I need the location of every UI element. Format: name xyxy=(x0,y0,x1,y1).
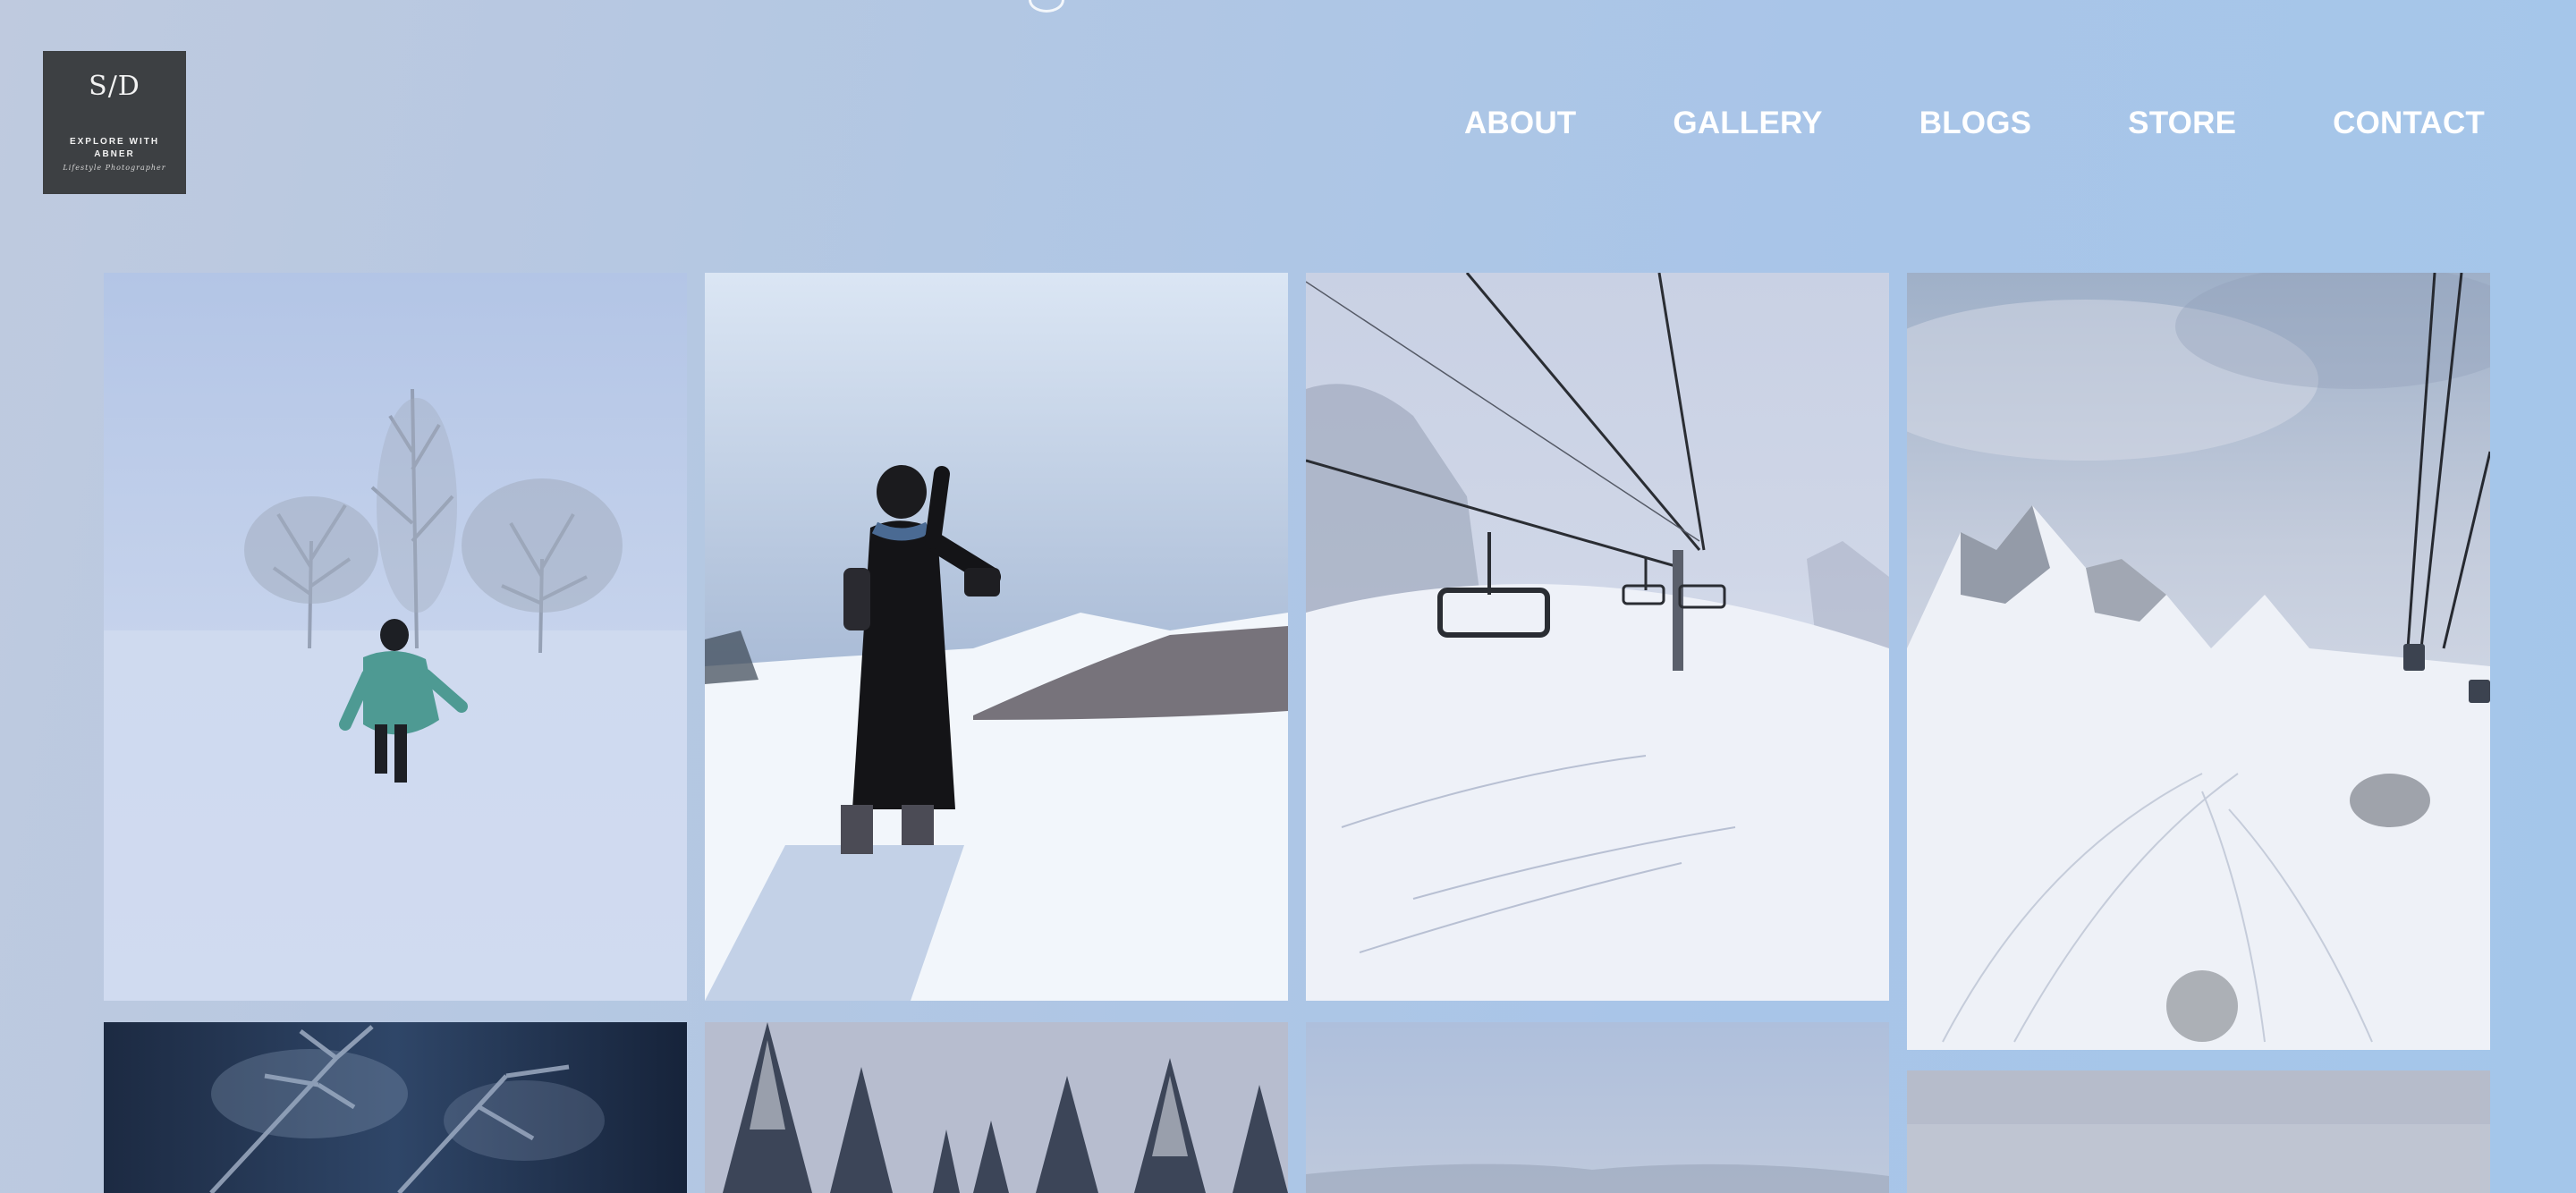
gallery-photo-pine-branch[interactable] xyxy=(104,1022,687,1193)
logo-tagline: Lifestyle Photographer xyxy=(63,164,166,172)
scroll-indicator-icon xyxy=(1029,0,1064,13)
nav-about[interactable]: ABOUT xyxy=(1464,106,1576,141)
site-logo[interactable]: S/D EXPLORE WITH ABNER Lifestyle Photogr… xyxy=(43,51,186,194)
gallery-photo-pine-forest[interactable] xyxy=(705,1022,1288,1193)
gallery-photo-photographer[interactable] xyxy=(705,273,1288,1001)
nav-gallery[interactable]: GALLERY xyxy=(1673,106,1822,141)
logo-title-line1: EXPLORE WITH xyxy=(69,137,160,147)
nav-store[interactable]: STORE xyxy=(2128,106,2236,141)
nav-blogs[interactable]: BLOGS xyxy=(1919,106,2031,141)
logo-title-line2: ABNER xyxy=(94,149,135,159)
chairlift-image xyxy=(1306,273,1889,1001)
photographer-image xyxy=(705,273,1288,1001)
gallery-photo-snow-walker[interactable] xyxy=(104,273,687,1001)
main-navigation: ABOUT GALLERY BLOGS STORE CONTACT xyxy=(1368,106,2485,141)
logo-monogram: S/D xyxy=(89,71,140,102)
gallery-photo-chairlift[interactable] xyxy=(1306,273,1889,1001)
misty-field-image xyxy=(1907,1070,2490,1193)
nav-contact[interactable]: CONTACT xyxy=(2333,106,2485,141)
gallery-photo-mountains[interactable] xyxy=(1907,273,2490,1050)
gallery-photo-misty-field[interactable] xyxy=(1907,1070,2490,1193)
snow-walker-image xyxy=(104,273,687,1001)
pine-branch-image xyxy=(104,1022,687,1193)
pine-forest-image xyxy=(705,1022,1288,1193)
mountains-image xyxy=(1907,273,2490,1050)
gallery-photo-misty-landscape[interactable] xyxy=(1306,1022,1889,1193)
misty-landscape-image xyxy=(1306,1022,1889,1193)
